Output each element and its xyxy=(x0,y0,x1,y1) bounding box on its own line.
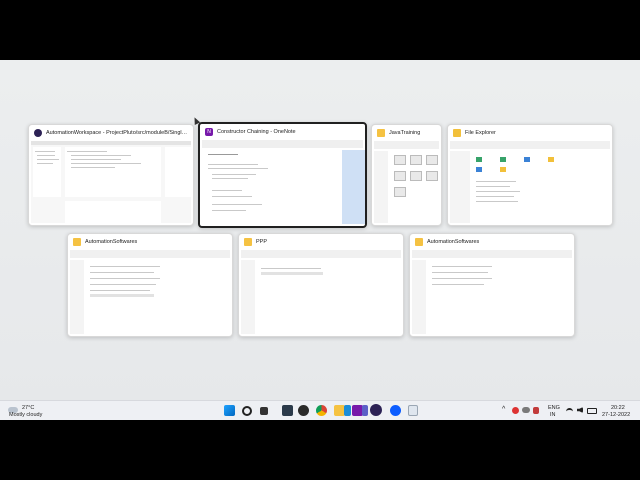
folder-icon xyxy=(244,238,252,246)
folder-icon xyxy=(73,238,81,246)
window-title: AutomationWorkspace - ProjectPluto/src/m… xyxy=(46,130,188,136)
eclipse-taskbar-icon[interactable] xyxy=(370,404,382,416)
task-view-icon[interactable] xyxy=(260,407,268,415)
window-preview xyxy=(450,141,610,223)
teams-icon[interactable] xyxy=(362,405,368,416)
task-view: AutomationWorkspace - ProjectPluto/src/m… xyxy=(0,60,640,420)
window-thumb-header: PPP xyxy=(239,234,403,250)
window-thumb-header: File Explorer xyxy=(448,125,612,141)
language-code[interactable]: ENG xyxy=(548,405,560,411)
start-icon[interactable] xyxy=(224,405,235,416)
window-thumb-header: N Constructor Chaining - OneNote xyxy=(200,124,365,140)
chrome-icon[interactable] xyxy=(316,405,327,416)
language-region[interactable]: IN xyxy=(550,412,556,418)
file-explorer-taskbar-icon[interactable] xyxy=(282,405,293,416)
chevron-up-icon[interactable]: ^ xyxy=(502,406,505,413)
window-title: File Explorer xyxy=(465,130,496,136)
weather-temp: 27°C xyxy=(22,405,35,411)
window-preview xyxy=(31,141,193,223)
window-thumb-javatraining[interactable]: JavaTraining xyxy=(371,124,442,226)
window-title: JavaTraining xyxy=(389,130,421,136)
volume-icon[interactable] xyxy=(577,407,583,413)
window-preview xyxy=(202,140,365,224)
window-preview xyxy=(374,141,439,223)
notepad-icon[interactable] xyxy=(408,405,418,416)
dell-icon[interactable] xyxy=(298,405,309,416)
window-thumb-header: AutomationSoftwares xyxy=(68,234,232,250)
window-title: AutomationSoftwares xyxy=(85,239,138,245)
window-preview xyxy=(70,250,230,334)
file-explorer-icon xyxy=(453,129,461,137)
window-thumb-eclipse[interactable]: AutomationWorkspace - ProjectPluto/src/m… xyxy=(28,124,194,226)
clock-time[interactable]: 20:22 xyxy=(611,405,625,411)
chat-icon[interactable] xyxy=(390,405,401,416)
window-thumb-automationsoftwares-2[interactable]: AutomationSoftwares xyxy=(409,233,575,337)
weather-widget[interactable]: 27°C Mostly cloudy xyxy=(6,403,66,419)
search-icon[interactable] xyxy=(242,406,252,416)
antivirus-icon[interactable] xyxy=(512,407,519,414)
window-thumb-header: AutomationSoftwares xyxy=(410,234,574,250)
onedrive-icon[interactable] xyxy=(522,407,530,413)
window-thumb-automationsoftwares-1[interactable]: AutomationSoftwares xyxy=(67,233,233,337)
edge-icon[interactable] xyxy=(344,405,351,416)
wifi-icon[interactable] xyxy=(566,408,573,415)
window-title: AutomationSoftwares xyxy=(427,239,480,245)
window-title: Constructor Chaining - OneNote xyxy=(217,129,296,135)
security-icon[interactable] xyxy=(533,407,539,414)
clock-date[interactable]: 27-12-2022 xyxy=(602,412,630,418)
window-thumb-ppp[interactable]: PPP xyxy=(238,233,404,337)
eclipse-icon xyxy=(34,129,42,137)
taskbar: 27°C Mostly cloudy ^ ENG IN 20:22 27-12-… xyxy=(0,400,640,420)
battery-icon[interactable] xyxy=(587,408,597,414)
window-title: PPP xyxy=(256,239,268,245)
window-thumb-onenote[interactable]: N Constructor Chaining - OneNote xyxy=(198,122,367,228)
folder-icon xyxy=(415,238,423,246)
folder-icon xyxy=(377,129,385,137)
window-preview xyxy=(241,250,401,334)
window-thumb-file-explorer[interactable]: File Explorer xyxy=(447,124,613,226)
weather-condition: Mostly cloudy xyxy=(9,412,43,418)
onenote-icon: N xyxy=(205,128,213,136)
window-thumb-header: JavaTraining xyxy=(372,125,441,141)
window-thumb-header: AutomationWorkspace - ProjectPluto/src/m… xyxy=(29,125,193,141)
window-preview xyxy=(412,250,572,334)
